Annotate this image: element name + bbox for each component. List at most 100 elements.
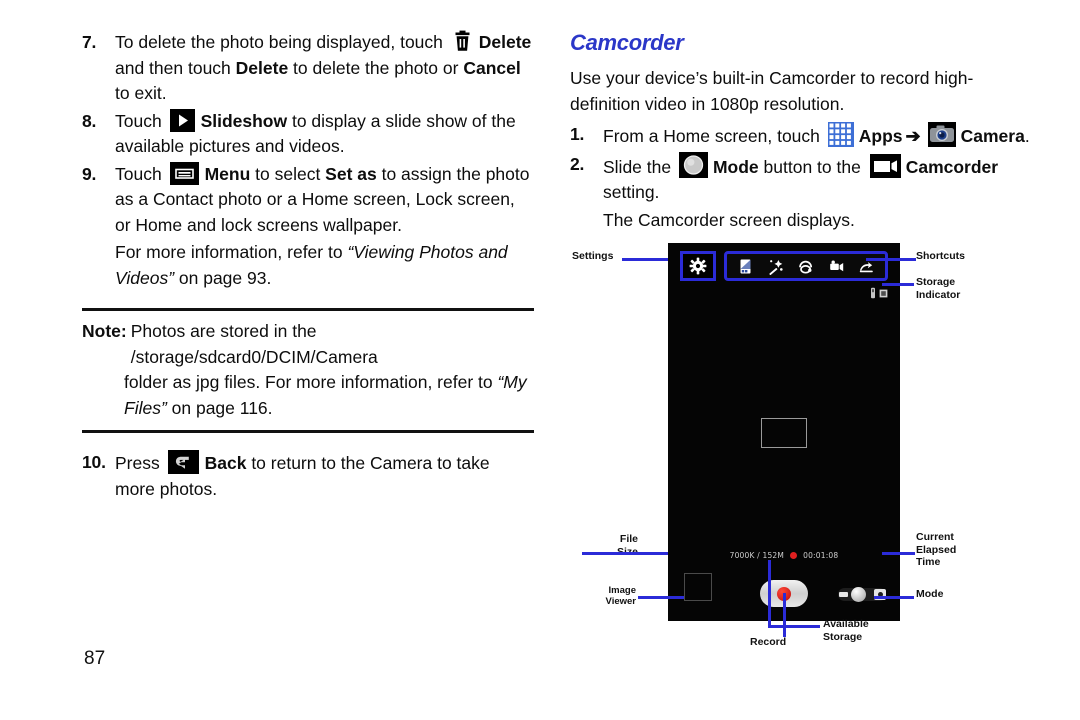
step-1-prefix: From a Home screen, touch	[603, 126, 825, 146]
slideshow-icon	[169, 108, 195, 132]
camcorder-step-1: 1. From a Home screen, touch Apps ➔ Camera…	[570, 122, 1040, 150]
callout-storage-indicator: Storage Indicator	[916, 276, 960, 301]
camcorder-heading: Camcorder	[570, 30, 684, 55]
camcorder-icon	[869, 153, 901, 178]
leader-mode	[874, 596, 914, 599]
arrow-icon: ➔	[905, 126, 921, 146]
callout-storage-line-1: Storage	[916, 276, 956, 288]
recording-mode-icon[interactable]	[797, 258, 814, 275]
callout-elapsed-line-2: Elapsed	[916, 543, 957, 556]
step-9-menu-bold: Menu	[204, 163, 251, 184]
step-8-slideshow-bold: Slideshow	[200, 110, 288, 131]
camera-icon	[927, 122, 956, 147]
page-number: 87	[84, 648, 106, 669]
leader-storage-indicator	[882, 283, 914, 286]
camcorder-step-2-body: Slide the Mode button to the Camcorder s…	[603, 151, 1040, 206]
elapsed-time-value: 00:01:08	[803, 551, 839, 560]
mode-switch-knob[interactable]	[851, 587, 866, 602]
memory-icon	[879, 289, 888, 297]
step-8-body: Touch Slideshow to display a slide show …	[115, 108, 534, 160]
callout-shortcuts: Shortcuts	[916, 250, 966, 262]
step-2-prefix: Slide the	[603, 156, 676, 177]
step-9: 9. Touch Menu to select Set as to assign…	[82, 161, 534, 239]
step-9-body: Touch Menu to select Set as to assign th…	[115, 161, 534, 239]
effects-wand-icon[interactable]	[767, 258, 784, 275]
note-label: Note:	[82, 321, 127, 341]
step-7-body: To delete the photo being displayed, tou…	[115, 30, 534, 107]
device-screen: 7000K / 152M 00:01:08	[668, 243, 900, 621]
camcorder-step-2: 2. Slide the Mode button to the Camcorde…	[570, 151, 1040, 206]
note-line2-tail: on page 116.	[166, 397, 273, 418]
step-7-text-d: to exit.	[115, 83, 167, 103]
callout-available-storage-line-2: Storage	[823, 630, 863, 643]
callout-storage-line-2: Indicator	[916, 288, 961, 301]
step-8: 8. Touch Slideshow to display a slide sh…	[82, 108, 534, 160]
note-line-1: Photos are stored in the /storage/sdcard…	[130, 321, 378, 367]
left-column: 7. To delete the photo being displayed, …	[82, 30, 534, 504]
leader-image-viewer	[638, 596, 684, 599]
back-icon	[167, 450, 199, 474]
image-viewer-button[interactable]	[684, 573, 712, 601]
camcorder-intro: Use your device’s built-in Camcorder to …	[570, 68, 974, 114]
step-7-delete-bold-2: Delete	[235, 57, 289, 78]
leader-current-elapsed-time	[882, 552, 915, 555]
recording-dot-icon	[790, 552, 798, 559]
step-10-back-bold: Back	[204, 453, 247, 473]
step-7: 7. To delete the photo being displayed, …	[82, 30, 534, 107]
leader-available-storage-vertical	[768, 560, 771, 628]
camcorder-step-1-number: 1.	[570, 124, 585, 144]
callout-image-viewer-line-2: Viewer	[605, 596, 636, 607]
step-2-suffix: setting.	[603, 182, 660, 202]
camcorder-step-2-number: 2.	[570, 153, 585, 174]
camcorder-label: Camcorder	[905, 156, 999, 177]
camera-label: Camera	[960, 126, 1025, 146]
leader-settings	[622, 258, 668, 261]
step-7-cancel-bold: Cancel	[463, 57, 521, 78]
osd-status-row: 7000K / 152M 00:01:08	[668, 551, 900, 560]
camcorder-mode-icon[interactable]	[828, 258, 845, 275]
apps-label: Apps	[858, 126, 903, 146]
step-8-text-a: Touch	[115, 110, 167, 131]
callout-image-viewer: Image Viewer	[578, 585, 636, 607]
leader-file-size	[582, 552, 668, 555]
step-9-text-a: Touch	[115, 163, 167, 184]
mode-button-icon	[678, 151, 708, 178]
note-first-row: Note: Photos are stored in the /storage/…	[82, 319, 534, 370]
settings-button[interactable]	[680, 251, 716, 281]
step-10-body: Press Back to return to the Camera to ta…	[115, 450, 534, 502]
step-7-text-b: and then touch	[115, 57, 236, 78]
step-7-text-c: to delete the photo or	[288, 57, 464, 78]
callout-current-elapsed-time: Current Elapsed Time	[916, 531, 956, 569]
note-line2-lead: folder as jpg files. For more informatio…	[124, 372, 498, 392]
sd-card-icon	[871, 287, 875, 299]
camcorder-step-1-body: From a Home screen, touch Apps ➔ Camera.	[603, 122, 1040, 150]
mode-switch[interactable]	[838, 586, 886, 603]
step-7-number: 7.	[82, 32, 97, 52]
self-portrait-icon[interactable]	[737, 258, 754, 275]
step-7-delete-bold: Delete	[478, 32, 532, 52]
gear-icon	[689, 257, 707, 275]
step-2-middle: button to the	[758, 156, 866, 177]
mode-label: Mode	[712, 156, 759, 177]
leader-available-storage-horizontal	[768, 625, 820, 628]
right-column: Camcorder Use your device’s built-in Cam…	[570, 30, 1040, 233]
callout-file-size-line-1: File	[619, 533, 638, 545]
step-7-text-a: To delete the photo being displayed, tou…	[115, 32, 448, 52]
shortcuts-bar[interactable]	[724, 251, 888, 281]
note-block: Note: Photos are stored in the /storage/…	[82, 308, 534, 433]
delete-icon	[451, 30, 474, 53]
step-9-setas-bold: Set as	[325, 163, 377, 184]
camcorder-screen-figure: 7000K / 152M 00:01:08 Settings Shortcuts…	[570, 238, 1040, 658]
note-line-2: folder as jpg files. For more informatio…	[124, 370, 534, 421]
callout-record: Record	[750, 636, 787, 648]
step-9-ref-lead: For more information, refer to	[115, 242, 348, 262]
step-10-text-a: Press	[115, 453, 165, 473]
step-9-ref-tail: on page 93.	[174, 267, 272, 288]
callout-elapsed-line-1: Current	[916, 531, 954, 543]
leader-record	[783, 593, 786, 637]
camcorder-step-2-result: The Camcorder screen displays.	[603, 209, 855, 230]
callout-mode: Mode	[916, 588, 944, 600]
step-10-number: 10.	[82, 452, 106, 472]
focus-frame	[761, 418, 807, 448]
menu-icon	[169, 161, 199, 185]
